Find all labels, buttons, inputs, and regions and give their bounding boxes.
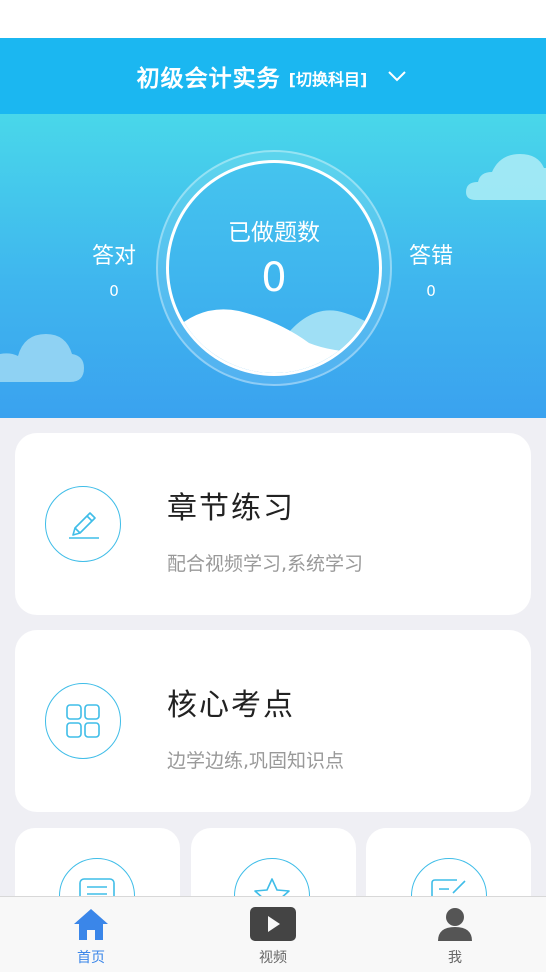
- cloud-decoration-left: [0, 334, 84, 382]
- chapter-practice-card[interactable]: 章节练习 配合视频学习,系统学习: [15, 433, 531, 615]
- wave-decoration: [169, 309, 379, 373]
- wrong-label: 答错: [408, 244, 453, 269]
- correct-label: 答对: [91, 244, 136, 269]
- bottom-tab-bar: 首页 视频 我: [0, 896, 546, 972]
- stats-panel: 答对 0 答错 0 已做题数 0: [0, 114, 546, 418]
- done-label: 已做题数: [228, 220, 320, 246]
- correct-stat: 答对 0: [74, 238, 154, 300]
- tab-video[interactable]: 视频: [182, 897, 364, 972]
- pencil-icon: [69, 512, 99, 539]
- cloud-decoration-right: [466, 154, 546, 200]
- video-icon: [250, 907, 296, 941]
- card-icon-circle: [45, 486, 121, 562]
- card-title: 核心考点: [167, 688, 295, 723]
- status-bar: [0, 0, 546, 38]
- questions-done-circle: 已做题数 0: [166, 160, 382, 376]
- user-icon: [438, 908, 472, 941]
- tab-label: 视频: [259, 950, 287, 966]
- card-subtitle: 配合视频学习,系统学习: [167, 553, 364, 575]
- chevron-down-icon[interactable]: [385, 64, 409, 88]
- card-subtitle: 边学边练,巩固知识点: [167, 750, 345, 772]
- subject-header[interactable]: 初级会计实务 [切换科目]: [0, 38, 546, 114]
- switch-subject-link[interactable]: [切换科目]: [289, 66, 368, 90]
- home-icon: [74, 909, 108, 940]
- grid-icon: [66, 704, 100, 738]
- subject-title: 初级会计实务: [136, 66, 281, 92]
- card-icon-circle: [45, 683, 121, 759]
- card-title: 章节练习: [167, 491, 295, 526]
- tab-me[interactable]: 我: [364, 897, 546, 972]
- tab-label: 我: [448, 950, 462, 966]
- tab-home[interactable]: 首页: [0, 897, 182, 972]
- correct-value: 0: [109, 282, 119, 300]
- wrong-stat: 答错 0: [391, 238, 471, 300]
- wrong-value: 0: [426, 282, 436, 300]
- core-points-card[interactable]: 核心考点 边学边练,巩固知识点: [15, 630, 531, 812]
- tab-label: 首页: [77, 950, 105, 966]
